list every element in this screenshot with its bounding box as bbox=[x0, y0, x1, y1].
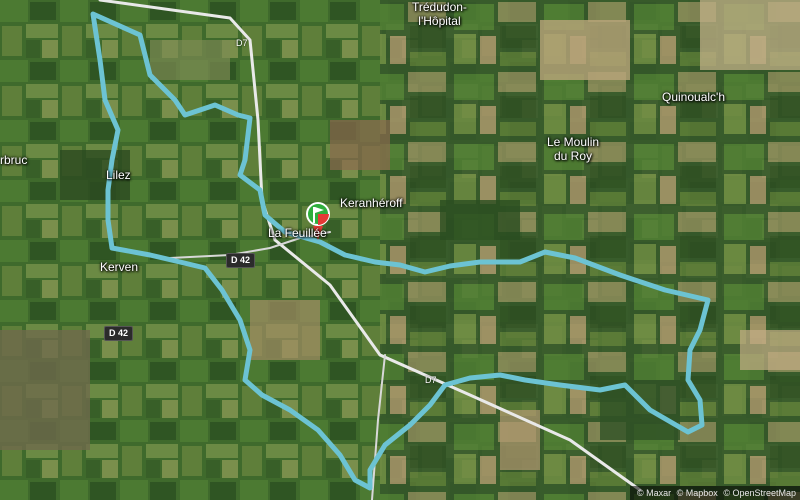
road-label-d42-east: D 42 bbox=[226, 253, 256, 268]
place-label-moulin-du-roy: Le Moulin du Roy bbox=[547, 135, 599, 163]
place-label-tredudon-line2: l'Hôpital bbox=[418, 14, 461, 28]
place-label-kerven: Kerven bbox=[100, 260, 139, 274]
place-label-keranheroff: Keranhéroff bbox=[340, 196, 403, 210]
attribution-maxar[interactable]: © Maxar bbox=[637, 488, 671, 498]
attribution-mapbox[interactable]: © Mapbox bbox=[677, 488, 718, 498]
road-label-d42-west: D 42 bbox=[104, 326, 134, 341]
place-label-quinoualch: Quinoualc'h bbox=[662, 90, 725, 104]
map-attribution: © Maxar © Mapbox © OpenStreetMap bbox=[630, 486, 800, 500]
place-label-tredudon-line1: Trédudon- bbox=[412, 0, 467, 14]
attribution-osm[interactable]: © OpenStreetMap bbox=[723, 488, 796, 498]
place-label-tredudon: Trédudon- l'Hôpital bbox=[412, 0, 467, 28]
place-label-lilez: Lilez bbox=[106, 168, 131, 182]
satellite-map[interactable] bbox=[0, 0, 800, 500]
place-label-moulin-line1: Le Moulin bbox=[547, 135, 600, 149]
place-label-la-feuillee: La Feuillée bbox=[268, 226, 327, 240]
road-label-d7-center: D7 bbox=[425, 375, 437, 385]
road-label-d7-north: D7 bbox=[236, 38, 248, 48]
place-label-moulin-line2: du Roy bbox=[554, 149, 593, 163]
place-label-rbruc: rbruc bbox=[0, 153, 28, 167]
